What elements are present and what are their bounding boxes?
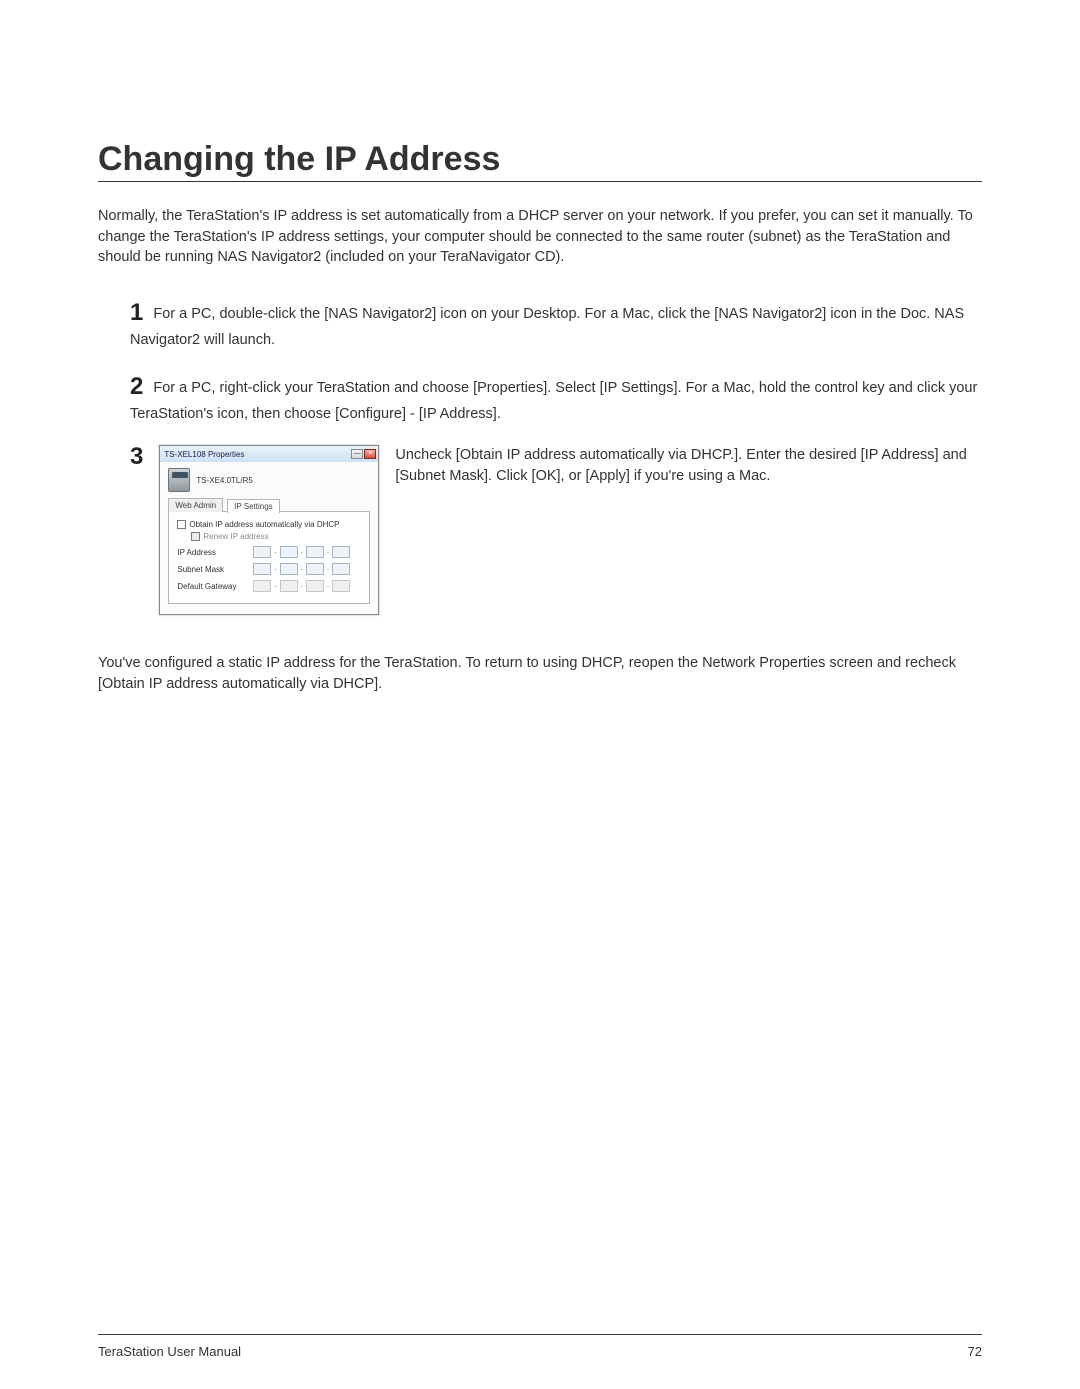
dhcp-checkbox[interactable] xyxy=(177,520,186,529)
window-controls: — × xyxy=(351,449,376,459)
step-3: 3 TS-XEL108 Properties — × TS-XE4.0TL/R5… xyxy=(130,445,982,615)
step-3-number: 3 xyxy=(130,445,143,469)
subnet-mask-input[interactable]: . . . xyxy=(253,563,350,575)
document-page: Changing the IP Address Normally, the Te… xyxy=(0,0,1080,694)
minimize-icon[interactable]: — xyxy=(351,449,363,459)
step-3-text: Uncheck [Obtain IP address automatically… xyxy=(395,445,982,486)
tab-panel-ip-settings: Obtain IP address automatically via DHCP… xyxy=(168,511,370,604)
footer-separator xyxy=(98,1334,982,1335)
step-1-text: For a PC, double-click the [NAS Navigato… xyxy=(130,306,964,348)
renew-ip-checkbox xyxy=(191,532,200,541)
dhcp-checkbox-row: Obtain IP address automatically via DHCP xyxy=(177,520,361,529)
step-1-number: 1 xyxy=(130,299,143,326)
page-footer: TeraStation User Manual 72 xyxy=(98,1344,982,1359)
tab-ip-settings[interactable]: IP Settings xyxy=(227,499,280,513)
intro-paragraph: Normally, the TeraStation's IP address i… xyxy=(98,206,982,268)
subnet-mask-row: Subnet Mask . . . xyxy=(177,563,361,575)
ip-address-row: IP Address . . . xyxy=(177,546,361,558)
renew-ip-checkbox-row: Renew IP address xyxy=(191,532,361,541)
close-icon[interactable]: × xyxy=(364,449,376,459)
ip-address-input[interactable]: . . . xyxy=(253,546,350,558)
default-gateway-label: Default Gateway xyxy=(177,582,249,591)
ip-address-label: IP Address xyxy=(177,548,249,557)
page-title: Changing the IP Address xyxy=(98,140,982,182)
step-2-number: 2 xyxy=(130,373,143,400)
device-name-label: TS-XE4.0TL/R5 xyxy=(196,476,252,485)
footer-manual-title: TeraStation User Manual xyxy=(98,1344,241,1359)
default-gateway-input[interactable]: . . . xyxy=(253,580,350,592)
step-2: 2 For a PC, right-click your TeraStation… xyxy=(130,370,982,425)
step-1: 1 For a PC, double-click the [NAS Naviga… xyxy=(130,296,982,351)
device-row: TS-XE4.0TL/R5 xyxy=(168,468,370,492)
subnet-mask-label: Subnet Mask xyxy=(177,565,249,574)
footer-page-number: 72 xyxy=(968,1344,982,1359)
dialog-title: TS-XEL108 Properties xyxy=(164,450,244,459)
closing-paragraph: You've configured a static IP address fo… xyxy=(98,653,982,694)
tabs: Web Admin IP Settings xyxy=(168,498,370,512)
dhcp-checkbox-label: Obtain IP address automatically via DHCP xyxy=(189,520,339,529)
step-2-text: For a PC, right-click your TeraStation a… xyxy=(130,380,977,422)
dialog-body: TS-XE4.0TL/R5 Web Admin IP Settings Obta… xyxy=(160,462,378,614)
renew-ip-checkbox-label: Renew IP address xyxy=(203,532,268,541)
nas-device-icon xyxy=(168,468,190,492)
tab-web-admin[interactable]: Web Admin xyxy=(168,498,223,512)
dialog-titlebar: TS-XEL108 Properties — × xyxy=(160,446,378,462)
default-gateway-row: Default Gateway . . . xyxy=(177,580,361,592)
properties-dialog: TS-XEL108 Properties — × TS-XE4.0TL/R5 W… xyxy=(159,445,379,615)
